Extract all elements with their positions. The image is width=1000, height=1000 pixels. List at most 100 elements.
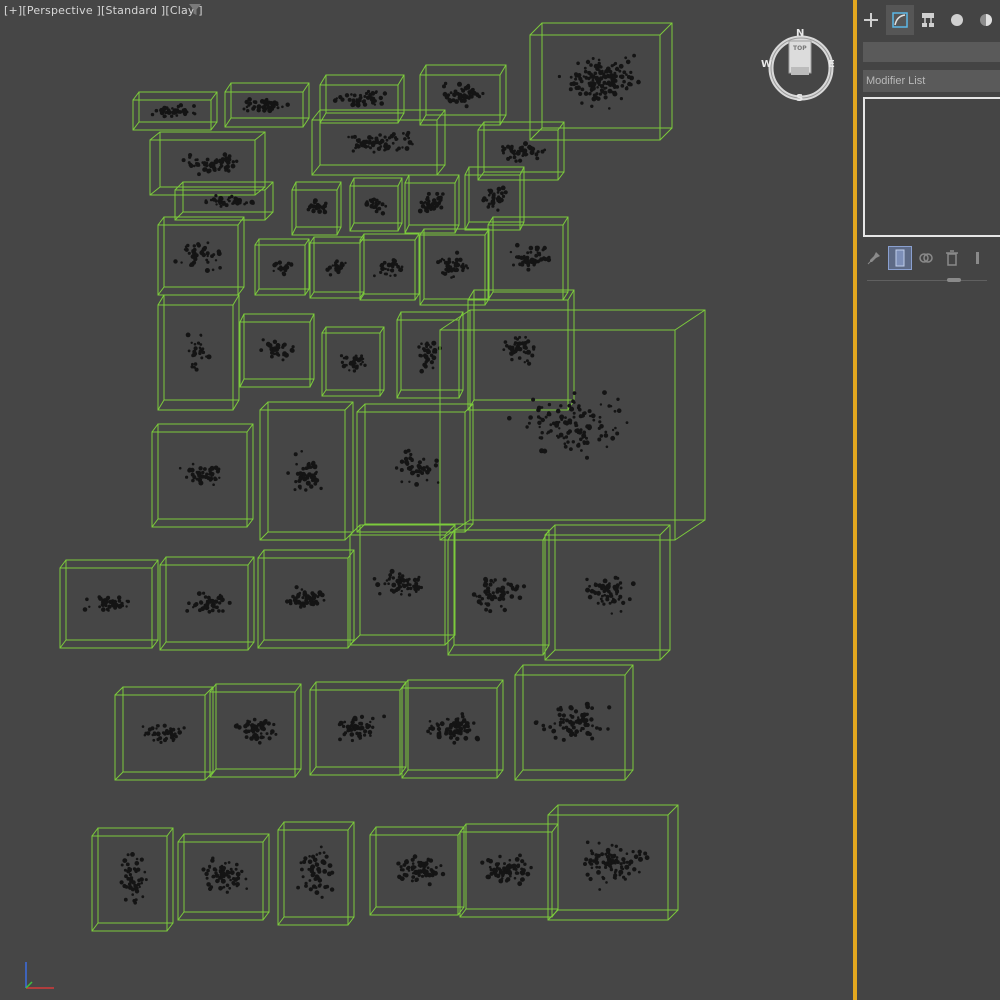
compass-north[interactable]: N [796, 28, 804, 39]
cloud-point [408, 480, 411, 483]
point-cloud-object[interactable] [547, 804, 679, 921]
cloud-point [189, 163, 194, 168]
point-cloud-object[interactable] [311, 109, 446, 176]
funnel-icon[interactable] [189, 4, 201, 16]
cloud-point [191, 478, 195, 483]
pin-stack-button[interactable] [863, 247, 885, 269]
configure-modifier-sets-button[interactable] [967, 247, 989, 269]
make-unique-button[interactable] [915, 247, 937, 269]
cloud-point [229, 878, 232, 882]
bounding-box-front-face [544, 534, 661, 661]
cloud-point [399, 876, 404, 881]
cloud-point [131, 893, 134, 896]
tab-display[interactable] [971, 5, 1000, 35]
bounding-box-edge [257, 549, 265, 559]
point-cloud-object[interactable] [396, 311, 464, 399]
cloud-point [308, 879, 312, 882]
viewcube-face-top[interactable]: TOP [793, 45, 807, 52]
point-cloud-object[interactable] [159, 556, 255, 651]
point-cloud-object[interactable] [369, 826, 465, 916]
viewport-pov-menu[interactable]: [Perspective ] [22, 4, 101, 17]
viewport-shading-standard-menu[interactable]: [Standard ] [101, 4, 165, 17]
compass-south[interactable]: S [796, 93, 803, 104]
bounding-box-edge [419, 64, 427, 76]
object-name-field[interactable] [863, 42, 1000, 62]
point-cloud-object[interactable] [514, 664, 634, 781]
cloud-point [374, 136, 379, 141]
point-cloud-object[interactable] [464, 166, 525, 231]
cloud-point [120, 601, 124, 606]
point-cloud-object[interactable] [177, 833, 270, 921]
point-cloud-object[interactable] [359, 233, 420, 301]
point-cloud-object[interactable] [419, 64, 507, 126]
viewport-general-menu[interactable]: [+] [4, 4, 22, 17]
point-cloud-object[interactable] [114, 686, 214, 781]
point-cloud-object[interactable] [319, 74, 405, 124]
point-cloud-object[interactable] [404, 174, 460, 234]
tab-modify[interactable] [885, 5, 915, 35]
perspective-viewport[interactable]: [+][Perspective ][Standard ][Clay ] N S … [0, 0, 853, 1000]
point-cloud-object[interactable] [239, 313, 315, 388]
cloud-point [162, 114, 167, 119]
point-cloud-object[interactable] [224, 82, 310, 128]
scene-canvas[interactable] [0, 0, 853, 1000]
cloud-point [512, 155, 517, 160]
cloud-point [218, 601, 222, 605]
rollout-resize-grip[interactable] [947, 278, 961, 282]
point-cloud-object[interactable] [254, 238, 310, 296]
point-cloud-object[interactable] [59, 559, 159, 649]
cloud-point [507, 415, 512, 421]
point-cloud-object[interactable] [419, 228, 490, 306]
point-cloud-object[interactable] [487, 216, 569, 301]
cloud-point [359, 714, 365, 720]
point-cloud-object[interactable] [356, 403, 474, 533]
point-cloud-object[interactable] [291, 181, 342, 236]
point-cloud-object[interactable] [467, 289, 575, 411]
compass-east[interactable]: E [828, 59, 835, 70]
point-cloud-object[interactable] [157, 216, 245, 296]
point-cloud-object[interactable] [209, 683, 302, 778]
point-cloud-object[interactable] [91, 827, 174, 932]
tab-motion[interactable] [943, 5, 972, 35]
point-cloud-object[interactable] [277, 821, 355, 926]
point-cloud-object[interactable] [149, 131, 266, 196]
point-cloud-object[interactable] [257, 549, 355, 649]
tab-create[interactable] [857, 5, 886, 35]
cloud-point [596, 870, 601, 875]
cloud-point [416, 473, 420, 478]
viewcube[interactable]: N S E W TOP [761, 28, 837, 104]
point-cloud-object[interactable] [157, 294, 240, 411]
point-cloud-object[interactable] [151, 423, 254, 528]
cloud-point [289, 347, 295, 353]
point-cloud-object[interactable] [439, 309, 706, 541]
point-cloud-object[interactable] [401, 679, 504, 779]
viewport-label-menu: [+][Perspective ][Standard ][Clay ] [4, 4, 203, 17]
point-cloud-object[interactable] [459, 823, 559, 918]
bounding-box-edge [224, 82, 232, 93]
compass-west[interactable]: W [761, 59, 772, 70]
remove-modifier-button[interactable] [941, 247, 963, 269]
point-cloud-object[interactable] [259, 401, 354, 541]
point-cloud-object[interactable] [544, 524, 671, 661]
cloud-point [589, 63, 593, 67]
modifier-stack[interactable] [863, 97, 1000, 237]
point-cloud-object[interactable] [174, 181, 274, 221]
cloud-point [396, 581, 400, 584]
point-cloud-object[interactable] [477, 121, 565, 181]
cloud-point [571, 399, 575, 404]
cloud-point [196, 591, 202, 596]
point-cloud-object[interactable] [447, 529, 550, 656]
tab-hierarchy[interactable] [914, 5, 943, 35]
point-cloud-object[interactable] [321, 326, 385, 397]
cloud-point [387, 136, 392, 140]
show-end-result-button[interactable] [888, 246, 912, 270]
modifier-list-dropdown[interactable]: Modifier List [863, 70, 1000, 92]
point-cloud-object[interactable] [132, 91, 218, 131]
point-cloud-object[interactable] [309, 236, 365, 299]
cloud-point [235, 197, 239, 201]
cloud-point [412, 584, 416, 588]
point-cloud-object[interactable] [349, 177, 403, 232]
point-cloud-object[interactable] [309, 681, 407, 776]
point-cloud-object[interactable] [349, 524, 456, 646]
cloud-point [526, 350, 531, 354]
